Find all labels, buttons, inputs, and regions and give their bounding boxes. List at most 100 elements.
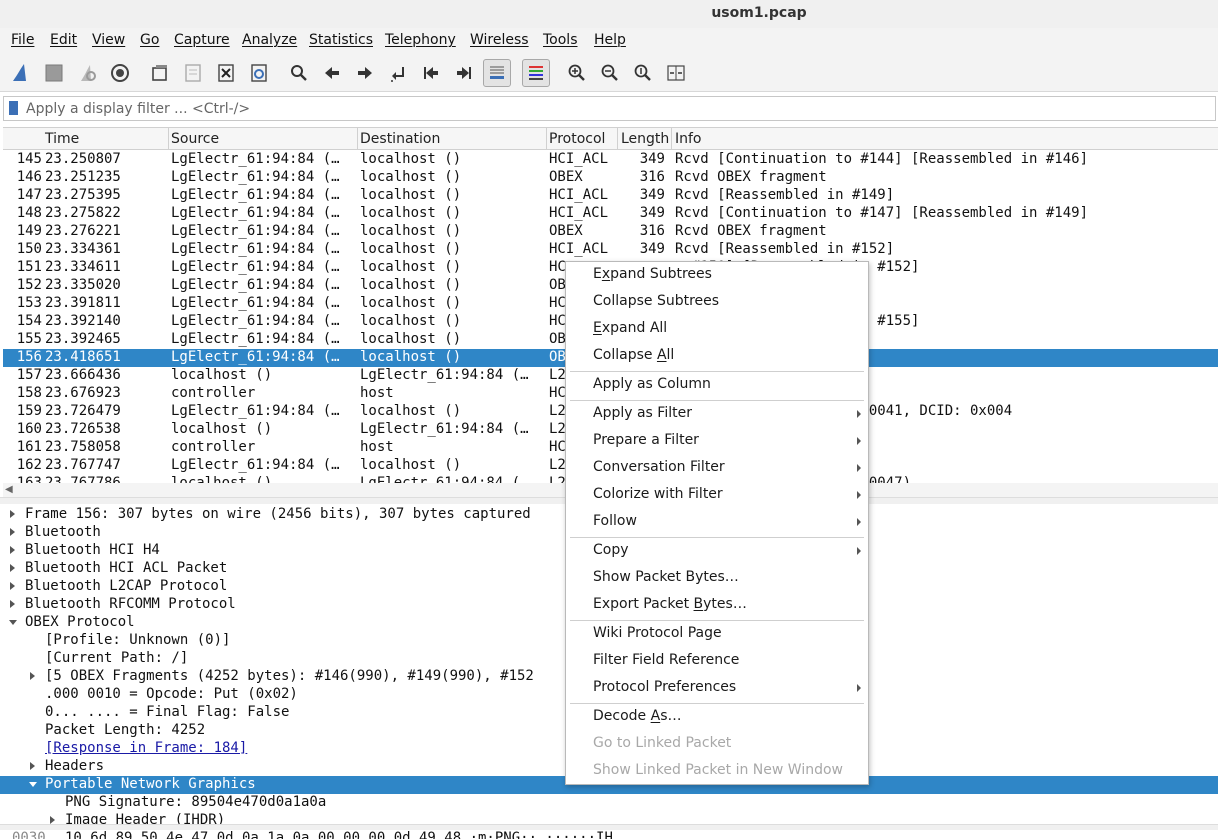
bookmark-icon[interactable] (9, 101, 18, 115)
collapsed-arrow-icon[interactable] (10, 546, 15, 554)
display-filter-input[interactable] (26, 98, 1206, 119)
zoom-out-icon[interactable] (596, 59, 624, 87)
context-item-export-packet-bytes[interactable]: Export Packet Bytes… (566, 592, 868, 618)
menu-telephony[interactable]: Telephony (385, 32, 456, 48)
column-source[interactable]: Source (171, 131, 219, 147)
packet-cell-dst: localhost () (360, 187, 462, 203)
context-item-label: Apply as Filter (593, 405, 692, 421)
restart-icon[interactable] (73, 59, 101, 87)
zoom-in-icon[interactable] (563, 59, 591, 87)
packet-cell-src: LgElectr_61:94:84 (… (171, 313, 340, 329)
detail-tree-label: PNG Signature: 89504e470d0a1a0a (65, 794, 327, 810)
packet-cell-time: 23.392465 (45, 331, 121, 347)
packet-cell-dst: localhost () (360, 259, 462, 275)
menu-go[interactable]: Go (140, 32, 159, 48)
resize-columns-icon[interactable] (662, 59, 690, 87)
scroll-left-icon[interactable]: ◀ (5, 484, 13, 495)
expanded-arrow-icon[interactable] (9, 620, 17, 625)
column-protocol[interactable]: Protocol (549, 131, 605, 147)
packet-cell-len: 316 (639, 223, 665, 239)
last-packet-icon[interactable] (450, 59, 478, 87)
context-item-show-packet-bytes[interactable]: Show Packet Bytes… (566, 565, 868, 591)
context-item-conversation-filter[interactable]: Conversation Filter (566, 455, 868, 481)
packet-row[interactable]: 148 23.275822 LgElectr_61:94:84 (… localhos… (3, 205, 1218, 223)
normal-size-icon[interactable] (629, 59, 657, 87)
column-destination[interactable]: Destination (360, 131, 440, 147)
collapsed-arrow-icon[interactable] (10, 564, 15, 572)
packet-row[interactable]: 150 23.334361 LgElectr_61:94:84 (… localhos… (3, 241, 1218, 259)
menu-statistics[interactable]: Statistics (309, 32, 373, 48)
packet-cell-no: 154 (16, 313, 42, 329)
shark-fin-icon[interactable] (7, 59, 35, 87)
submenu-arrow-icon (857, 437, 861, 445)
detail-tree-label[interactable]: [Response in Frame: 184] (45, 740, 247, 756)
collapsed-arrow-icon[interactable] (30, 672, 35, 680)
context-item-apply-as-column[interactable]: Apply as Column (566, 372, 868, 398)
column-info[interactable]: Info (675, 131, 702, 147)
context-item-filter-field-reference[interactable]: Filter Field Reference (566, 648, 868, 674)
context-item-apply-as-filter[interactable]: Apply as Filter (566, 401, 868, 427)
collapsed-arrow-icon[interactable] (30, 762, 35, 770)
colorize-icon[interactable] (522, 59, 550, 87)
find-icon[interactable] (285, 59, 313, 87)
detail-tree-label: [5 OBEX Fragments (4252 bytes): #146(990… (45, 668, 534, 684)
menu-help[interactable]: Help (594, 32, 626, 48)
column-length[interactable]: Length (621, 131, 669, 147)
menu-tools[interactable]: Tools (543, 32, 578, 48)
packet-cell-dst: localhost () (360, 313, 462, 329)
context-item-prepare-a-filter[interactable]: Prepare a Filter (566, 428, 868, 454)
packet-cell-time: 23.726538 (45, 421, 121, 437)
stop-icon[interactable] (40, 59, 68, 87)
context-item-follow[interactable]: Follow (566, 509, 868, 535)
menu-edit[interactable]: Edit (50, 32, 77, 48)
packet-row[interactable]: 147 23.275395 LgElectr_61:94:84 (… localhos… (3, 187, 1218, 205)
context-item-expand-subtrees[interactable]: Expand Subtrees (566, 262, 868, 288)
context-item-collapse-subtrees[interactable]: Collapse Subtrees (566, 289, 868, 315)
reload-icon[interactable] (245, 59, 273, 87)
context-item-wiki-protocol-page[interactable]: Wiki Protocol Page (566, 621, 868, 647)
menu-file[interactable]: File (11, 32, 34, 48)
packet-cell-info: Rcvd OBEX fragment (675, 169, 827, 185)
first-packet-icon[interactable] (417, 59, 445, 87)
open-folder-icon[interactable] (146, 59, 174, 87)
collapsed-arrow-icon[interactable] (10, 582, 15, 590)
capture-options-icon[interactable] (106, 59, 134, 87)
menu-wireless[interactable]: Wireless (470, 32, 529, 48)
collapsed-arrow-icon[interactable] (10, 510, 15, 518)
detail-tree-label: Bluetooth L2CAP Protocol (25, 578, 228, 594)
go-to-packet-icon[interactable] (384, 59, 412, 87)
column-time[interactable]: Time (45, 131, 79, 147)
context-item-protocol-preferences[interactable]: Protocol Preferences (566, 675, 868, 701)
back-arrow-icon[interactable] (318, 59, 346, 87)
expanded-arrow-icon[interactable] (29, 782, 37, 787)
forward-arrow-icon[interactable] (351, 59, 379, 87)
menu-analyze[interactable]: Analyze (242, 32, 297, 48)
context-item-collapse-all[interactable]: Collapse All (566, 343, 868, 369)
context-item-label: Show Packet Bytes… (593, 569, 739, 585)
context-item-decode-as[interactable]: Decode As… (566, 704, 868, 730)
menu-capture[interactable]: Capture (174, 32, 230, 48)
context-item-colorize-with-filter[interactable]: Colorize with Filter (566, 482, 868, 508)
save-icon[interactable] (179, 59, 207, 87)
collapsed-arrow-icon[interactable] (10, 528, 15, 536)
packet-cell-no: 149 (16, 223, 42, 239)
context-item-expand-all[interactable]: Expand All (566, 316, 868, 342)
collapsed-arrow-icon[interactable] (50, 816, 55, 824)
detail-tree-item[interactable]: PNG Signature: 89504e470d0a1a0a (0, 794, 1218, 812)
packet-cell-time: 23.275822 (45, 205, 121, 221)
packet-cell-info: Rcvd [Continuation to #144] [Reassembled… (675, 151, 1089, 167)
packet-cell-src: localhost () (171, 421, 273, 437)
close-file-icon[interactable] (212, 59, 240, 87)
packet-cell-no: 161 (16, 439, 42, 455)
collapsed-arrow-icon[interactable] (10, 600, 15, 608)
context-item-copy[interactable]: Copy (566, 538, 868, 564)
packet-row[interactable]: 149 23.276221 LgElectr_61:94:84 (… localhos… (3, 223, 1218, 241)
autoscroll-icon[interactable] (483, 59, 511, 87)
packet-row[interactable]: 145 23.250807 LgElectr_61:94:84 (… localhos… (3, 151, 1218, 169)
packet-row[interactable]: 146 23.251235 LgElectr_61:94:84 (… localhos… (3, 169, 1218, 187)
detail-tree-item[interactable]: Image Header (IHDR) (0, 812, 1218, 824)
packet-cell-src: localhost () (171, 367, 273, 383)
packet-cell-time: 23.418651 (45, 349, 121, 365)
menu-view[interactable]: View (92, 32, 125, 48)
packet-cell-time: 23.276221 (45, 223, 121, 239)
